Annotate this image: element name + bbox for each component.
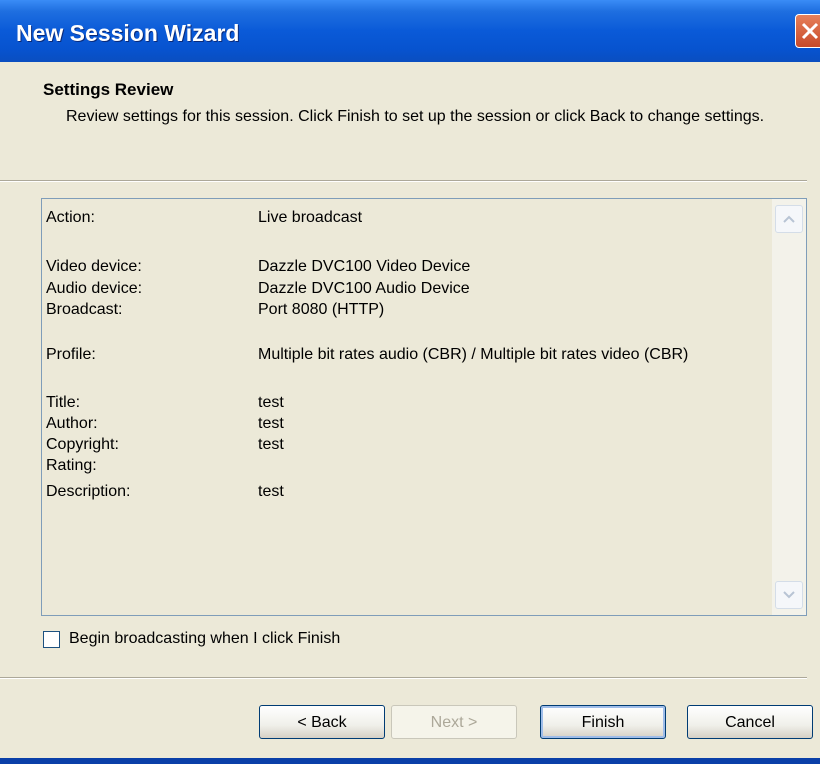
cancel-button[interactable]: Cancel: [687, 705, 813, 739]
setting-label: Description:: [46, 483, 131, 500]
page-description: Review settings for this session. Click …: [66, 108, 765, 125]
window-bottom-border: [0, 758, 820, 764]
setting-label: Copyright:: [46, 436, 119, 453]
settings-review-content: Action: Live broadcast Video device: Daz…: [42, 199, 772, 615]
setting-value: Port 8080 (HTTP): [258, 301, 385, 318]
setting-label: Profile:: [46, 346, 96, 363]
finish-button[interactable]: Finish: [540, 705, 666, 739]
setting-label: Broadcast:: [46, 301, 123, 318]
close-icon: [801, 22, 819, 40]
setting-value: Dazzle DVC100 Audio Device: [258, 280, 470, 297]
setting-label: Author:: [46, 415, 98, 432]
chevron-down-icon: [783, 591, 795, 599]
next-button[interactable]: Next >: [391, 705, 517, 739]
setting-value: test: [258, 394, 284, 411]
wizard-window: New Session Wizard Settings Review Revie…: [0, 0, 820, 764]
title-bar[interactable]: New Session Wizard: [0, 0, 820, 63]
setting-label: Audio device:: [46, 280, 143, 297]
setting-value: test: [258, 483, 284, 500]
begin-broadcasting-checkbox[interactable]: [43, 631, 60, 648]
footer-divider: [0, 677, 807, 679]
settings-review-list[interactable]: Action: Live broadcast Video device: Daz…: [41, 198, 807, 616]
setting-value: Multiple bit rates audio (CBR) / Multipl…: [258, 346, 689, 363]
close-button[interactable]: [795, 14, 820, 48]
back-button[interactable]: < Back: [259, 705, 385, 739]
setting-value: test: [258, 415, 284, 432]
scroll-down-button[interactable]: [775, 581, 803, 609]
setting-label: Rating:: [46, 457, 97, 474]
chevron-up-icon: [783, 215, 795, 223]
vertical-scrollbar[interactable]: [772, 199, 806, 615]
window-title: New Session Wizard: [16, 20, 240, 46]
page-title: Settings Review: [43, 80, 174, 99]
begin-broadcasting-label[interactable]: Begin broadcasting when I click Finish: [69, 630, 340, 648]
header-divider: [0, 180, 807, 182]
setting-label: Video device:: [46, 258, 142, 275]
setting-label: Title:: [46, 394, 81, 411]
setting-value: Live broadcast: [258, 209, 363, 226]
setting-value: test: [258, 436, 284, 453]
setting-value: Dazzle DVC100 Video Device: [258, 258, 471, 275]
scroll-up-button[interactable]: [775, 205, 803, 233]
setting-label: Action:: [46, 209, 95, 226]
